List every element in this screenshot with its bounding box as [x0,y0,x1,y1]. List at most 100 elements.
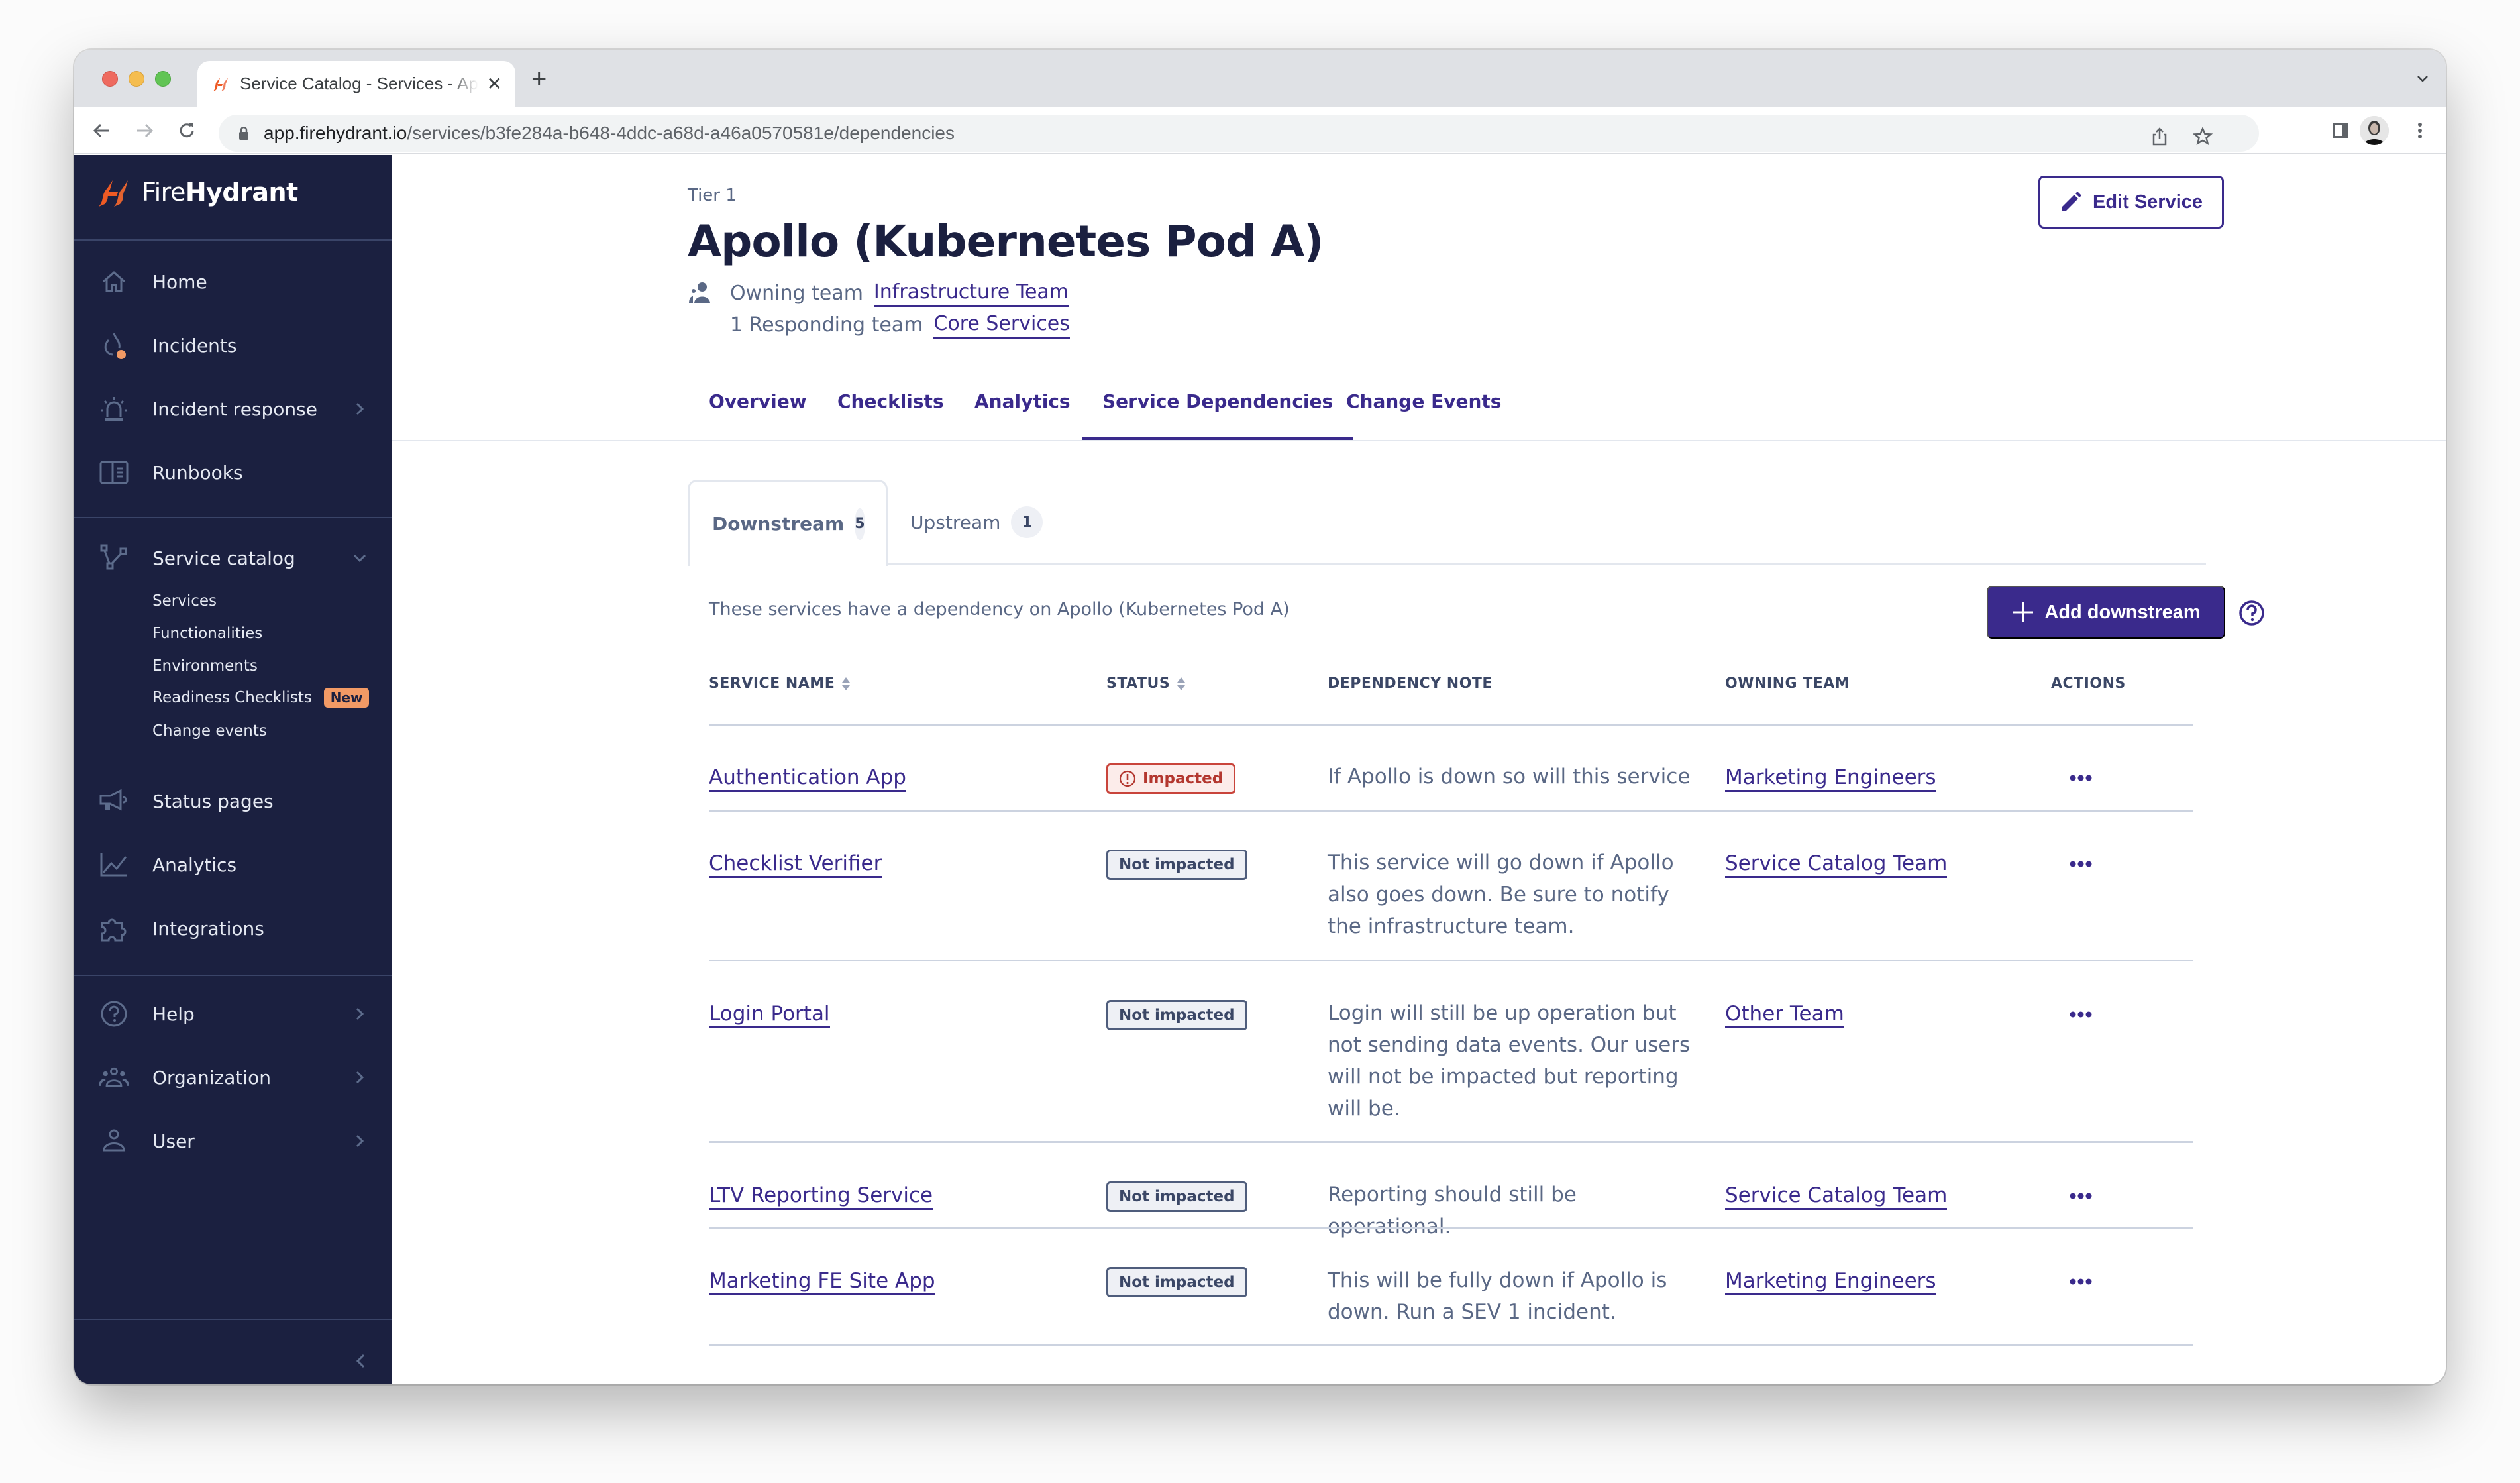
sidebar-subitem-services[interactable]: Services [152,592,217,610]
column-header-owning-team: OWNING TEAM [1725,675,1850,692]
sidebar-subitem-change-events[interactable]: Change events [152,722,267,740]
sidebar-item-label: Home [152,270,207,293]
share-icon[interactable] [2150,127,2170,146]
sidebar-item-incidents[interactable]: Incidents [74,319,392,372]
sidebar-subitem-label: Services [152,592,217,610]
close-tab-icon[interactable]: ✕ [487,73,502,95]
status-badge: Not impacted [1106,1000,1247,1030]
tab-overview[interactable]: Overview [709,390,807,441]
chevron-down-icon[interactable] [2415,71,2430,85]
url-text: app.firehydrant.io/services/b3fe284a-b64… [264,123,955,144]
minimize-window-button[interactable] [129,71,144,87]
tab-service-dependencies[interactable]: Service Dependencies [1082,390,1353,441]
sidebar-subitem-label: Functionalities [152,625,263,642]
owning-team-link[interactable]: Service Catalog Team [1725,1183,1948,1210]
back-icon[interactable] [90,119,114,142]
responding-team-row: 1 Responding team Core Services [730,311,1070,339]
tab-analytics[interactable]: Analytics [974,390,1071,441]
new-tab-icon[interactable]: + [531,66,547,92]
sidebar-item-label: Service catalog [152,547,295,569]
service-name-link[interactable]: Authentication App [709,765,906,792]
chevron-right-icon [356,1134,364,1148]
sidebar-item-organization[interactable]: Organization [74,1051,392,1104]
sidebar-item-integrations[interactable]: Integrations [74,902,392,955]
subtab-label: Downstream [712,513,845,535]
address-bar[interactable]: app.firehydrant.io/services/b3fe284a-b64… [219,115,2259,152]
sidebar-subitem-functionalities[interactable]: Functionalities [152,625,262,642]
lock-icon [239,127,248,140]
owning-team-link[interactable]: Infrastructure Team [873,280,1069,307]
service-name-link[interactable]: Checklist Verifier [709,851,882,878]
sidebar-item-service-catalog[interactable]: Service catalog [74,531,392,584]
browser-tab-active[interactable]: Service Catalog - Services - Apollo (Kub… [197,61,515,107]
status-label: Not impacted [1119,1274,1235,1291]
sidebar: FireHydrant Home Incidents Incident resp… [74,155,392,1384]
tab-change-events[interactable]: Change Events [1346,390,1501,441]
service-name-link[interactable]: Login Portal [709,1001,830,1028]
owning-team-link[interactable]: Marketing Engineers [1725,1268,1936,1295]
more-actions-icon[interactable] [2066,1188,2095,1204]
pencil-icon [2062,192,2081,211]
bookmark-star-icon[interactable] [2193,127,2213,146]
column-header-label: SERVICE NAME [709,675,835,692]
sidebar-item-runbooks[interactable]: Runbooks [74,446,392,499]
subtab-downstream[interactable]: Downstream 5 [688,480,888,566]
side-panel-icon[interactable] [2330,120,2351,141]
subtab-label: Upstream [910,511,1001,533]
reload-icon[interactable] [175,119,199,142]
service-name-link[interactable]: LTV Reporting Service [709,1183,933,1210]
owning-team-link[interactable]: Other Team [1725,1001,1844,1028]
collapse-sidebar-icon[interactable] [352,1352,370,1370]
status-label: Not impacted [1119,856,1235,873]
owning-team-link[interactable]: Service Catalog Team [1725,851,1948,878]
status-label: Impacted [1143,770,1224,787]
edit-service-label: Edit Service [2092,191,2203,213]
tab-label: Service Dependencies [1102,390,1334,412]
forward-icon[interactable] [132,119,156,142]
column-header-label: DEPENDENCY NOTE [1328,675,1493,692]
help-icon [99,999,129,1028]
add-downstream-button[interactable]: Add downstream [1987,586,2225,639]
sidebar-subitem-readiness-checklists[interactable]: Readiness Checklists New [152,688,370,708]
sidebar-item-status-pages[interactable]: Status pages [74,775,392,828]
column-header-label: ACTIONS [2051,675,2126,692]
sidebar-item-incident-response[interactable]: Incident response [74,382,392,435]
column-header-service-name[interactable]: SERVICE NAME [709,675,851,692]
chevron-right-icon [356,402,364,415]
sidebar-item-label: User [152,1130,195,1152]
subtab-upstream[interactable]: Upstream 1 [888,480,1065,565]
firehydrant-favicon-icon [213,77,228,91]
more-actions-icon[interactable] [2066,1007,2095,1022]
more-actions-icon[interactable] [2066,856,2095,872]
responding-team-link[interactable]: Core Services [933,311,1070,339]
tab-label: Checklists [837,390,944,412]
kebab-menu-icon[interactable] [2409,120,2431,141]
plus-icon [2013,602,2034,622]
sidebar-item-label: Runbooks [152,461,243,484]
status-badge: Not impacted [1106,1267,1247,1297]
dependency-note: Reporting should still be operational. [1328,1183,1577,1238]
tab-checklists[interactable]: Checklists [837,390,944,441]
more-actions-icon[interactable] [2066,1274,2095,1290]
dependency-note: If Apollo is down so will this service [1328,765,1691,789]
profile-avatar[interactable] [2360,116,2389,145]
firehydrant-logo[interactable]: FireHydrant [97,176,298,208]
megaphone-icon [99,787,129,816]
help-circle-icon[interactable] [2238,600,2265,626]
maximize-window-button[interactable] [155,71,171,87]
count-badge: 5 [855,508,865,540]
column-header-status[interactable]: STATUS [1106,675,1186,692]
owning-team-link[interactable]: Marketing Engineers [1725,765,1936,792]
sidebar-subitem-environments[interactable]: Environments [152,657,258,675]
tab-label: Change Events [1346,390,1502,412]
sidebar-item-label: Organization [152,1066,272,1089]
edit-service-button[interactable]: Edit Service [2038,176,2224,229]
sidebar-item-home[interactable]: Home [74,255,392,308]
more-actions-icon[interactable] [2066,770,2095,786]
alert-circle-icon [1119,770,1136,787]
close-window-button[interactable] [102,71,118,87]
sidebar-item-help[interactable]: Help [74,987,392,1040]
service-name-link[interactable]: Marketing FE Site App [709,1268,935,1295]
sidebar-item-analytics[interactable]: Analytics [74,838,392,891]
sidebar-item-user[interactable]: User [74,1115,392,1168]
